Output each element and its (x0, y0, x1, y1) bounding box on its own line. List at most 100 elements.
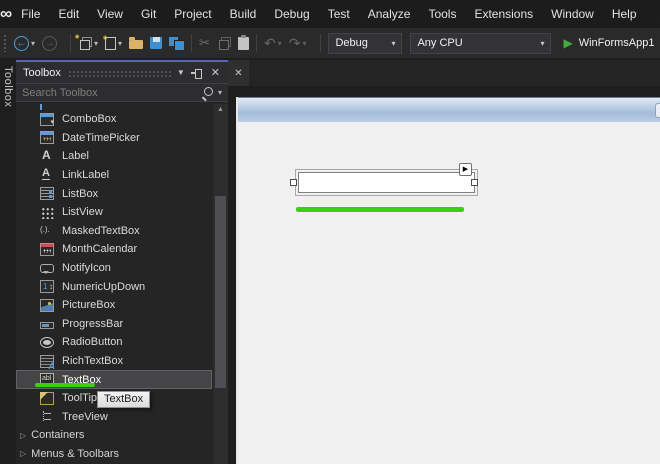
toolbox-item-linklabel[interactable]: LinkLabel (16, 166, 212, 185)
navigate-back-icon[interactable]: ← (14, 35, 29, 51)
toolbox-item-monthcalendar[interactable]: MonthCalendar (16, 240, 212, 259)
notifyicon-icon (40, 264, 54, 275)
menu-help[interactable]: Help (603, 0, 646, 28)
save-all-icon[interactable] (169, 36, 185, 50)
pin-icon[interactable] (190, 67, 204, 79)
drag-highlight-canvas (296, 207, 464, 212)
toolbox-item-richtextbox[interactable]: RichTextBox (16, 352, 212, 371)
listbox-icon (40, 187, 54, 201)
smart-tag-button[interactable]: ▶ (459, 163, 472, 176)
listview-icon (40, 205, 54, 219)
toolbox-item-listbox[interactable]: ListBox (16, 184, 212, 203)
toolbox-item-label: RichTextBox (62, 355, 124, 368)
vs-window: ∞ File Edit View Git Project Build Debug Test An… (0, 0, 660, 464)
close-icon[interactable] (231, 68, 245, 79)
toolbox-item-label: DateTimePicker (62, 131, 140, 144)
run-icon: ▶ (563, 36, 573, 50)
form-titlebar-button (655, 103, 660, 118)
toolbox-item-numericupdown[interactable]: NumericUpDown (16, 277, 212, 296)
menu-tools[interactable]: Tools (419, 0, 465, 28)
toolbox-side-tab[interactable]: Toolbox (2, 66, 14, 107)
toolbox-item-listview[interactable]: ListView (16, 203, 212, 222)
toolbox-item-picturebox[interactable]: PictureBox (16, 296, 212, 315)
navigate-forward-icon[interactable]: → (42, 35, 58, 51)
menu-items: File Edit View Git Project Build Debug Test Anal… (12, 0, 645, 28)
redo-dropdown-icon[interactable]: ▾ (302, 39, 306, 48)
toolbar-separator (191, 34, 193, 52)
toolbox-item-datetimepicker[interactable]: DateTimePicker (16, 129, 212, 148)
close-icon[interactable] (208, 66, 223, 79)
toolbox-section-menus-toolbars[interactable]: ▷ Menus & Toolbars (16, 445, 212, 464)
undo-dropdown-icon[interactable]: ▾ (278, 39, 282, 48)
new-file-dropdown-icon[interactable]: ▾ (118, 39, 122, 48)
new-project-icon[interactable]: * (75, 33, 93, 50)
document-tab[interactable] (228, 60, 249, 86)
toolbox-item-progressbar[interactable]: ProgressBar (16, 315, 212, 334)
menu-debug[interactable]: Debug (265, 0, 318, 28)
resize-handle-left[interactable] (290, 179, 297, 186)
toolbox-item-label[interactable]: Label (16, 147, 212, 166)
clipped-icon (40, 104, 42, 110)
redo-icon[interactable]: ↷ (289, 36, 301, 50)
monthcalendar-icon (40, 242, 54, 256)
solution-configuration-dropdown[interactable]: Debug ▾ (328, 32, 403, 54)
menu-project[interactable]: Project (165, 0, 220, 28)
copy-icon[interactable] (217, 36, 231, 50)
platform-value: Any CPU (417, 37, 463, 49)
scrollbar-thumb[interactable] (215, 196, 226, 388)
menu-extensions[interactable]: Extensions (465, 0, 542, 28)
scrollbar-up-icon[interactable]: ▲ (213, 106, 228, 113)
chevron-down-icon: ▾ (391, 38, 396, 48)
toolbox-item-combobox[interactable]: ComboBox (16, 110, 212, 129)
toolbox-item-label: LinkLabel (62, 169, 110, 182)
menu-test[interactable]: Test (319, 0, 359, 28)
toolbox-item-maskedtextbox[interactable]: MaskedTextBox (16, 222, 212, 241)
toolbox-item-label: ComboBox (62, 113, 117, 126)
menu-edit[interactable]: Edit (49, 0, 88, 28)
save-icon[interactable] (150, 37, 163, 49)
start-debugging-button[interactable]: ▶ WinFormsApp1 (563, 36, 654, 50)
toolbox-item-label: Label (62, 150, 89, 163)
toolbar-grip[interactable] (3, 34, 8, 52)
toolbox-item-notifyicon[interactable]: NotifyIcon (16, 259, 212, 278)
toolbox-section-containers[interactable]: ▷ Containers (16, 426, 212, 445)
cut-icon[interactable]: ✂ (199, 35, 210, 51)
configuration-value: Debug (335, 37, 368, 49)
toolbox-item-radiobutton[interactable]: RadioButton (16, 333, 212, 352)
menu-view[interactable]: View (88, 0, 132, 28)
new-project-dropdown-icon[interactable]: ▾ (94, 39, 98, 48)
document-tab-strip (228, 60, 660, 86)
new-file-icon[interactable]: * (103, 33, 117, 50)
menu-git[interactable]: Git (132, 0, 165, 28)
collapsed-triangle-icon: ▷ (20, 449, 27, 459)
toolbox-item-label: TreeView (62, 410, 108, 423)
solution-platform-dropdown[interactable]: Any CPU ▾ (410, 32, 552, 54)
tooltip-icon (40, 391, 54, 405)
visual-studio-logo-icon: ∞ (0, 4, 13, 23)
menu-file[interactable]: File (12, 0, 49, 28)
design-form[interactable]: ▶ (236, 97, 660, 464)
menu-build[interactable]: Build (221, 0, 266, 28)
toolbox-scrollbar[interactable]: ▲ (213, 104, 228, 464)
chevron-down-icon[interactable]: ▾ (218, 88, 222, 97)
combobox-icon (40, 112, 54, 126)
open-folder-icon[interactable] (129, 37, 144, 49)
resize-handle-right[interactable] (471, 179, 478, 186)
maskedtextbox-icon (40, 224, 54, 237)
menu-bar: ∞ File Edit View Git Project Build Debug Test An… (0, 0, 660, 28)
navigate-back-dropdown-icon[interactable]: ▾ (31, 39, 35, 48)
window-position-chevron-icon[interactable]: ▼ (171, 68, 191, 77)
toolbox-item-treeview[interactable]: TreeView (16, 408, 212, 427)
toolbox-titlebar[interactable]: Toolbox ▼ (16, 62, 228, 83)
paste-icon[interactable] (237, 34, 249, 50)
toolbar-separator (320, 34, 322, 52)
textbox-control[interactable] (295, 169, 478, 196)
undo-icon[interactable]: ↶ (264, 36, 276, 50)
menu-window[interactable]: Window (542, 0, 603, 28)
sparkle-icon: * (103, 33, 108, 46)
toolbox-search-input[interactable]: Search Toolbox ▾ (16, 83, 228, 102)
search-icon[interactable] (201, 86, 214, 99)
menu-analyze[interactable]: Analyze (359, 0, 420, 28)
toolbox-item-label: ListView (62, 206, 103, 219)
collapsed-triangle-icon: ▷ (20, 430, 27, 440)
